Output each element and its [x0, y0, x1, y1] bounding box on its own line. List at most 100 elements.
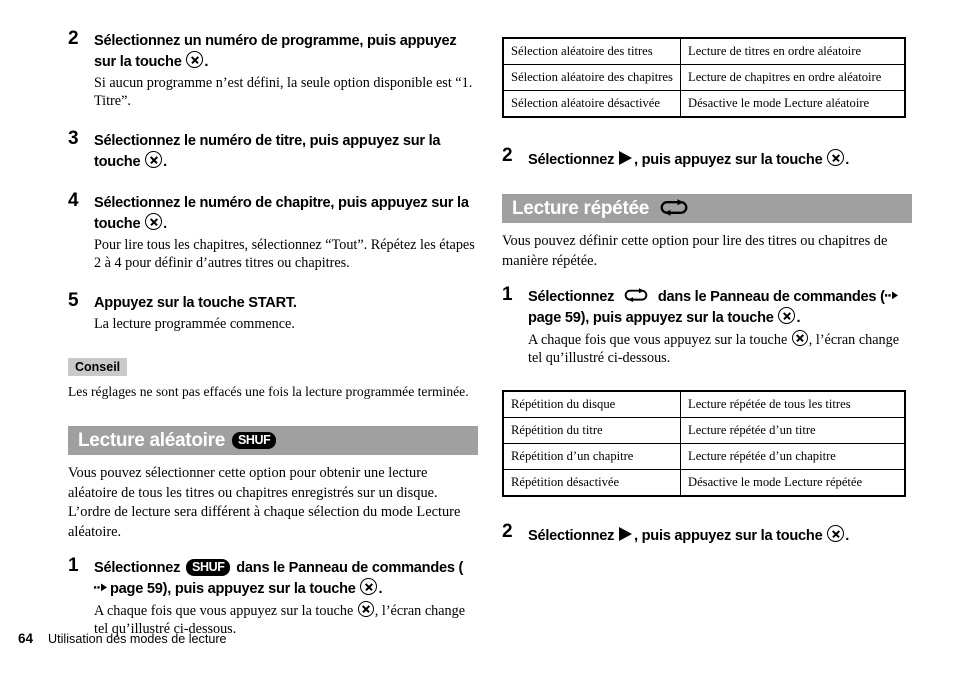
shuffle-modes-table: Sélection aléatoire des titres Lecture d… — [502, 37, 906, 118]
enter-button-icon — [827, 525, 845, 542]
enter-button-icon — [791, 330, 808, 346]
mode-name-cell: Sélection aléatoire des chapitres — [502, 64, 681, 91]
enter-button-icon — [357, 601, 374, 617]
repeat-step-1: 1 Sélectionnez dans le Panneau de comman… — [502, 284, 912, 367]
table-row: Sélection aléatoire des chapitres Lectur… — [502, 64, 906, 91]
step-body: Pour lire tous les chapitres, sélectionn… — [94, 237, 475, 271]
shuf-badge-icon: SHUF — [231, 432, 277, 449]
step-2: 2 Sélectionnez un numéro de programme, p… — [68, 29, 478, 110]
mode-desc-cell: Lecture de chapitres en ordre aléatoire — [680, 64, 906, 91]
step-body: Si aucun programme n’est défini, la seul… — [94, 75, 473, 109]
mode-name-cell: Sélection aléatoire désactivée — [502, 90, 681, 118]
step-number: 5 — [68, 290, 79, 311]
table-row: Répétition du disque Lecture répétée de … — [502, 390, 906, 418]
step-title: Sélectionnez , puis appuyez sur la touch… — [528, 525, 912, 546]
shuffle-step-1: 1 Sélectionnez SHUF dans le Panneau de c… — [68, 555, 478, 638]
page-reference-arrow-icon — [884, 291, 898, 300]
right-column: Sélection aléatoire des titres Lecture d… — [502, 0, 912, 550]
mode-name-cell: Sélection aléatoire des titres — [502, 37, 681, 65]
section-header-shuffle: Lecture aléatoire SHUF — [68, 426, 478, 455]
play-icon — [619, 527, 633, 541]
footer-page-number: 64 — [18, 631, 34, 646]
enter-button-icon — [145, 151, 163, 168]
mode-desc-cell: Désactive le mode Lecture répétée — [680, 469, 906, 497]
step-title: Sélectionnez SHUF dans le Panneau de com… — [94, 559, 478, 599]
enter-button-icon — [778, 307, 796, 324]
step-title-suffix: . — [163, 216, 167, 232]
repeat-modes-table: Répétition du disque Lecture répétée de … — [502, 390, 906, 497]
mode-desc-cell: Désactive le mode Lecture aléatoire — [680, 90, 906, 118]
step-title-text: Appuyez sur la touche START. — [94, 295, 297, 311]
step-title: Sélectionnez dans le Panneau de commande… — [528, 288, 912, 328]
step-3: 3 Sélectionnez le numéro de titre, puis … — [68, 128, 478, 172]
enter-button-icon — [186, 51, 204, 68]
step-number: 1 — [502, 284, 513, 305]
step-body: A chaque fois que vous appuyez sur la to… — [528, 330, 912, 367]
page-link[interactable]: page 59 — [110, 581, 163, 597]
step-number: 3 — [68, 128, 79, 149]
step-title-text: Sélectionnez — [94, 560, 185, 576]
step-title: Appuyez sur la touche START. — [94, 294, 478, 313]
step-number: 4 — [68, 190, 79, 211]
step-title-text-2: dans le Panneau de commandes ( — [654, 289, 885, 305]
step-title-suffix: . — [163, 154, 167, 170]
repeat-loop-icon — [624, 288, 648, 303]
page-link[interactable]: page 59 — [528, 310, 581, 326]
enter-button-icon — [360, 578, 378, 595]
tip-text: Les réglages ne sont pas effacés une foi… — [68, 384, 469, 399]
step-body-text: A chaque fois que vous appuyez sur la to… — [94, 603, 357, 619]
step-title-suffix: . — [796, 310, 801, 326]
repeat-loop-icon — [660, 199, 688, 216]
section-title: Lecture aléatoire — [78, 429, 225, 451]
section-intro: Vous pouvez définir cette option pour li… — [502, 233, 888, 269]
enter-button-icon — [145, 213, 163, 230]
tip-label: Conseil — [68, 358, 128, 376]
step-title: Sélectionnez le numéro de chapitre, puis… — [94, 194, 478, 234]
page-reference-arrow-icon — [94, 583, 107, 592]
mode-desc-cell: Lecture répétée d’un titre — [680, 417, 906, 444]
step-title-text-2: , puis appuyez sur la touche — [634, 528, 827, 544]
page-footer: 64 Utilisation des modes de lecture — [18, 631, 227, 646]
section-title: Lecture répétée — [512, 197, 650, 219]
step-title-text-2: dans le Panneau de commandes ( — [232, 560, 464, 576]
step-title-text-2: , puis appuyez sur la touche — [634, 152, 827, 168]
step-4: 4 Sélectionnez le numéro de chapitre, pu… — [68, 190, 478, 272]
tip-box: Conseil Les réglages ne sont pas effacés… — [68, 358, 478, 401]
left-column: 2 Sélectionnez un numéro de programme, p… — [68, 0, 478, 642]
mode-desc-cell: Lecture de titres en ordre aléatoire — [680, 37, 906, 65]
table-body: Répétition du disque Lecture répétée de … — [502, 390, 906, 497]
table-row: Sélection aléatoire des titres Lecture d… — [502, 37, 906, 65]
shuffle-step-2: 2 Sélectionnez , puis appuyez sur la tou… — [502, 145, 912, 170]
enter-button-icon — [827, 149, 845, 166]
step-title-text: Sélectionnez — [528, 152, 619, 168]
step-number: 2 — [502, 521, 513, 542]
table-row: Répétition du titre Lecture répétée d’un… — [502, 417, 906, 444]
step-body-text: A chaque fois que vous appuyez sur la to… — [528, 332, 791, 348]
shuf-badge-icon: SHUF — [186, 559, 231, 576]
repeat-step-2: 2 Sélectionnez , puis appuyez sur la tou… — [502, 521, 912, 546]
step-body: La lecture programmée commence. — [94, 316, 295, 332]
table-row: Répétition désactivée Désactive le mode … — [502, 469, 906, 497]
step-title-suffix: . — [378, 581, 383, 597]
table-body: Sélection aléatoire des titres Lecture d… — [502, 37, 906, 118]
step-title-suffix: . — [204, 54, 209, 70]
play-icon — [619, 151, 633, 165]
mode-name-cell: Répétition d’un chapitre — [502, 443, 681, 470]
mode-desc-cell: Lecture répétée d’un chapitre — [680, 443, 906, 470]
mode-desc-cell: Lecture répétée de tous les titres — [680, 390, 906, 418]
step-number: 2 — [502, 145, 513, 166]
footer-section-title: Utilisation des modes de lecture — [48, 632, 227, 646]
step-title-suffix: . — [845, 152, 850, 168]
table-row: Répétition d’un chapitre Lecture répétée… — [502, 443, 906, 470]
step-title-text-3: ), puis appuyez sur la touche — [162, 581, 360, 597]
step-5: 5 Appuyez sur la touche START. La lectur… — [68, 290, 478, 333]
step-number: 1 — [68, 555, 79, 576]
section-header-repeat: Lecture répétée — [502, 194, 912, 223]
step-title-text: Sélectionnez — [528, 528, 619, 544]
manual-page: 2 Sélectionnez un numéro de programme, p… — [0, 0, 954, 674]
step-title-text: Sélectionnez — [528, 289, 619, 305]
step-title: Sélectionnez , puis appuyez sur la touch… — [528, 149, 912, 170]
section-intro: Vous pouvez sélectionner cette option po… — [68, 465, 461, 540]
mode-name-cell: Répétition désactivée — [502, 469, 681, 497]
mode-name-cell: Répétition du disque — [502, 390, 681, 418]
